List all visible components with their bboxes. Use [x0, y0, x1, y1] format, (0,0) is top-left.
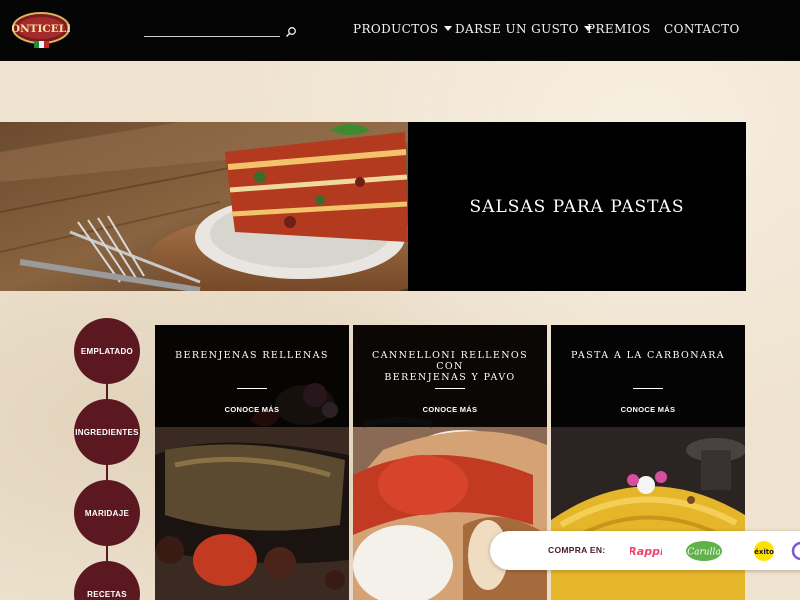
nav-contacto-label: CONTACTO	[664, 22, 740, 36]
recipe-title: BERENJENAS RELLENAS	[165, 350, 339, 361]
recipe-link-conoce-mas[interactable]: CONOCE MÁS	[551, 405, 745, 414]
svg-text:Carulla: Carulla	[687, 548, 720, 558]
nav-productos[interactable]: PRODUCTOS	[353, 22, 452, 40]
recipe-link-conoce-mas[interactable]: CONOCE MÁS	[155, 405, 349, 414]
hero-title-panel: SALSAS PARA PASTAS	[408, 122, 746, 291]
buy-label: COMPRA EN:	[548, 545, 606, 555]
search-input[interactable]	[144, 20, 280, 36]
recipe-title-line: BERENJENAS RELLENAS	[175, 350, 329, 361]
nav-productos-label: PRODUCTOS	[353, 22, 439, 36]
store-exito-link[interactable]: éxito	[752, 540, 776, 566]
recipe-title-line: CANNELLONI RELLENOS CON	[371, 350, 529, 372]
nav-darse-un-gusto[interactable]: DARSE UN GUSTO	[455, 22, 592, 40]
recipe-title: PASTA A LA CARBONARA	[561, 350, 735, 361]
recipe-divider	[435, 388, 465, 389]
side-menu-maridaje[interactable]: MARIDAJE	[74, 480, 140, 546]
recipe-title-line: PASTA A LA CARBONARA	[570, 350, 726, 361]
buy-stores-bar: COMPRA EN: Rappi Carulla éxito	[490, 531, 800, 570]
search-icon[interactable]	[285, 23, 297, 37]
nav-darse-un-gusto-label: DARSE UN GUSTO	[455, 22, 579, 36]
side-menu-label: EMPLATADO	[80, 346, 134, 356]
side-menu-label: RECETAS	[87, 589, 127, 599]
hero-lasagna-image	[0, 122, 408, 291]
recipe-link-conoce-mas[interactable]: CONOCE MÁS	[353, 405, 547, 414]
side-menu-label: MARIDAJE	[84, 508, 130, 518]
search-box	[144, 20, 304, 40]
side-menu-label: INGREDIENTES	[75, 427, 139, 437]
side-menu-emplatado[interactable]: EMPLATADO	[74, 318, 140, 384]
recipe-divider	[237, 388, 267, 389]
hero-title: SALSAS PARA PASTAS	[469, 196, 685, 217]
svg-text:Rappi: Rappi	[630, 545, 662, 558]
chevron-down-icon	[443, 26, 452, 31]
side-menu-recetas[interactable]: RECETAS	[74, 561, 140, 600]
monticello-logo[interactable]: MONTICELLO	[0, 10, 83, 50]
nav-premios[interactable]: PREMIOS	[587, 22, 651, 40]
site-header: MONTICELLO PRODUCTOS DARSE UN GUSTO PREM…	[0, 0, 800, 61]
store-extra-icon[interactable]	[791, 540, 800, 566]
nav-premios-label: PREMIOS	[587, 22, 651, 36]
side-menu-ingredientes[interactable]: INGREDIENTES	[74, 399, 140, 465]
recipe-title: CANNELLONI RELLENOS CON BERENJENAS Y PAV…	[363, 350, 537, 383]
recipe-card-berenjenas[interactable]: BERENJENAS RELLENAS CONOCE MÁS	[155, 325, 349, 600]
search-underline	[144, 36, 280, 37]
store-carulla-link[interactable]: Carulla	[685, 540, 723, 566]
recipe-divider	[633, 388, 663, 389]
recipe-title-line: BERENJENAS Y PAVO	[384, 372, 516, 383]
svg-text:éxito: éxito	[754, 548, 774, 556]
store-rappi-link[interactable]: Rappi	[628, 540, 664, 564]
nav-contacto[interactable]: CONTACTO	[664, 22, 740, 40]
svg-text:MONTICELLO: MONTICELLO	[12, 23, 70, 35]
